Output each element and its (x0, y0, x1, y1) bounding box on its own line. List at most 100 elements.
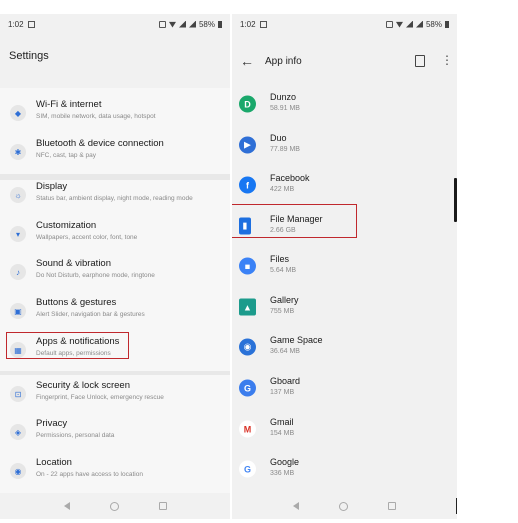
settings-item-sub: On - 22 apps have access to location (36, 471, 143, 478)
app-size: 336 MB (270, 470, 295, 477)
app-name: Gallery (270, 295, 299, 305)
scrollbar[interactable] (454, 178, 457, 222)
settings-item-label: Buttons & gestures (36, 297, 117, 308)
app-item-google[interactable]: G Google 336 MB (232, 449, 457, 489)
battery-icon (445, 20, 449, 28)
app-item-facebook[interactable]: f Facebook 422 MB (232, 165, 457, 205)
buttons-icon: ▣ (10, 303, 26, 319)
app-size: 154 MB (270, 430, 295, 437)
highlight-apps-notifications (6, 332, 129, 359)
nav-bar (232, 493, 457, 519)
settings-item-buttons[interactable]: ▣ Buttons & gestures Alert Slider, navig… (0, 292, 230, 330)
gallery-icon: ▲ (239, 298, 256, 316)
app-info-screen: 1:02 58% ← App info ⋮ D Dunzo 58.91 MB ▶… (232, 14, 457, 519)
settings-item-sub: Do Not Disturb, earphone mode, ringtone (36, 272, 155, 279)
app-name: Game Space (270, 335, 323, 345)
settings-item-customization[interactable]: ▾ Customization Wallpapers, accent color… (0, 215, 230, 253)
settings-item-security[interactable]: ⊡ Security & lock screen Fingerprint, Fa… (0, 375, 230, 413)
settings-item-sub: Alert Slider, navigation bar & gestures (36, 311, 145, 318)
customization-icon: ▾ (10, 226, 26, 242)
status-bar: 1:02 58% (0, 14, 230, 34)
duo-icon: ▶ (239, 136, 256, 154)
app-size: 36.64 MB (270, 348, 300, 355)
files-icon: ■ (239, 257, 256, 275)
status-time: 1:02 (240, 19, 256, 29)
signal-icon-2 (415, 20, 423, 28)
nav-bar (0, 493, 230, 519)
wifi-icon: ◆ (10, 105, 26, 121)
settings-item-sound[interactable]: ♪ Sound & vibration Do Not Disturb, earp… (0, 253, 230, 291)
status-time: 1:02 (8, 19, 24, 29)
settings-item-display[interactable]: ☼ Display Status bar, ambient display, n… (0, 176, 230, 214)
settings-item-label: Customization (36, 220, 97, 231)
notification-icon (259, 20, 267, 28)
vibrate-icon (158, 20, 166, 28)
app-name: Gboard (270, 376, 301, 386)
privacy-icon: ◈ (10, 424, 26, 440)
settings-item-wifi[interactable]: ◆ Wi-Fi & internet SIM, mobile network, … (0, 94, 230, 132)
signal-icon-2 (188, 20, 196, 28)
back-arrow-icon[interactable]: ← (240, 54, 254, 68)
app-size: 58.91 MB (270, 105, 300, 112)
settings-item-privacy[interactable]: ◈ Privacy Permissions, personal data (0, 413, 230, 451)
page-title: Settings (9, 50, 49, 62)
settings-item-sub: Status bar, ambient display, night mode,… (36, 195, 193, 202)
battery-icon (218, 20, 222, 28)
more-options-icon[interactable]: ⋮ (441, 54, 453, 66)
settings-item-sub: Permissions, personal data (36, 432, 115, 439)
settings-item-sub: NFC, cast, tap & pay (36, 152, 96, 159)
signal-icon (178, 20, 186, 28)
settings-screen: 1:02 58% Settings ◆ Wi-Fi & internet SIM… (0, 14, 230, 519)
gmail-icon: M (239, 420, 256, 438)
google-icon: G (239, 460, 256, 478)
highlight-file-manager (232, 204, 357, 238)
facebook-icon: f (239, 176, 256, 194)
settings-item-label: Bluetooth & device connection (36, 138, 164, 149)
settings-item-label: Location (36, 457, 72, 468)
settings-item-sub: SIM, mobile network, data usage, hotspot (36, 113, 156, 120)
location-icon: ◉ (10, 463, 26, 479)
settings-item-label: Sound & vibration (36, 258, 111, 269)
vibrate-icon (385, 20, 393, 28)
sound-icon: ♪ (10, 264, 26, 280)
app-size: 5.64 MB (270, 267, 297, 274)
app-name: Duo (270, 133, 287, 143)
settings-item-sub: Wallpapers, accent color, font, tone (36, 234, 138, 241)
app-item-gmail[interactable]: M Gmail 154 MB (232, 409, 457, 449)
nav-back-icon[interactable] (293, 502, 299, 510)
gboard-icon: G (239, 379, 256, 397)
display-icon: ☼ (10, 187, 26, 203)
settings-item-label: Privacy (36, 418, 68, 429)
nav-home-icon[interactable] (339, 501, 348, 511)
status-bar: 1:02 58% (232, 14, 457, 34)
settings-item-bluetooth[interactable]: ✱ Bluetooth & device connection NFC, cas… (0, 133, 230, 171)
app-item-dunzo[interactable]: D Dunzo 58.91 MB (232, 84, 457, 124)
app-name: Facebook (270, 173, 310, 183)
nav-home-icon[interactable] (109, 501, 119, 511)
nav-back-icon[interactable] (63, 502, 70, 510)
app-size: 137 MB (270, 389, 295, 396)
app-size: 77.89 MB (270, 146, 300, 153)
app-size: 755 MB (270, 308, 295, 315)
notification-icon (27, 20, 35, 28)
app-item-game-space[interactable]: ◉ Game Space 36.64 MB (232, 327, 457, 367)
settings-item-label: Wi-Fi & internet (36, 99, 102, 110)
app-name: Files (270, 254, 290, 264)
battery-percent: 58% (425, 19, 442, 29)
edge-line (456, 498, 457, 514)
nav-recents-icon[interactable] (158, 502, 167, 510)
app-item-gboard[interactable]: G Gboard 137 MB (232, 368, 457, 408)
app-item-files[interactable]: ■ Files 5.64 MB (232, 246, 457, 286)
app-item-duo[interactable]: ▶ Duo 77.89 MB (232, 125, 457, 165)
app-bar: ← App info ⋮ (232, 50, 457, 74)
page-title: App info (265, 56, 302, 67)
app-item-gallery[interactable]: ▲ Gallery 755 MB (232, 287, 457, 327)
bluetooth-icon: ✱ (10, 144, 26, 160)
settings-item-sub: Fingerprint, Face Unlock, emergency resc… (36, 394, 164, 401)
settings-item-location[interactable]: ◉ Location On - 22 apps have access to l… (0, 452, 230, 490)
battery-percent: 58% (198, 19, 215, 29)
wifi-status-icon (395, 21, 403, 28)
search-settings-icon[interactable] (415, 55, 425, 67)
wifi-status-icon (168, 21, 176, 28)
nav-recents-icon[interactable] (388, 502, 396, 510)
